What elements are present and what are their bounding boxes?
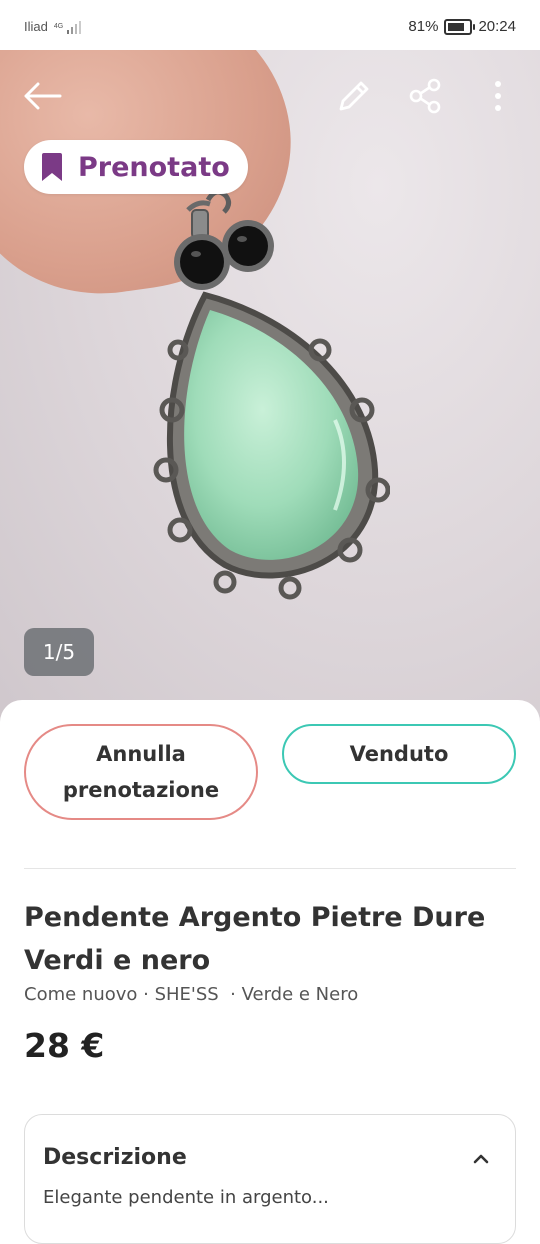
share-button[interactable] — [402, 72, 450, 120]
edit-button[interactable] — [330, 72, 378, 120]
arrow-left-icon — [24, 82, 62, 110]
battery-icon — [444, 18, 476, 35]
listing-price: 28 € — [24, 1026, 105, 1065]
carrier-name: Iliad — [24, 19, 48, 34]
battery-level — [448, 22, 465, 31]
network-type: 4G — [54, 23, 63, 30]
back-button[interactable] — [18, 72, 66, 120]
reserved-status-chip: Prenotato — [24, 140, 248, 194]
more-vertical-icon — [495, 81, 501, 111]
listing-title: Pendente Argento Pietre Dure Verdi e ner… — [24, 902, 486, 976]
chevron-up-icon[interactable] — [469, 1147, 493, 1171]
status-right: 81% 20:24 — [408, 18, 516, 35]
share-icon — [409, 78, 441, 114]
top-toolbar — [0, 50, 540, 150]
divider — [24, 868, 516, 869]
listing-details: Annulla prenotazione Venduto Pendente Ar… — [0, 700, 540, 1244]
status-left: Iliad 4G — [24, 19, 83, 34]
clock: 20:24 — [478, 18, 516, 35]
description-card[interactable]: Descrizione Elegante pendente in argento… — [24, 1114, 516, 1244]
more-button[interactable] — [474, 72, 522, 120]
pencil-icon — [339, 81, 369, 111]
status-bar: Iliad 4G 81% 20:24 — [0, 0, 540, 50]
cancel-reservation-button[interactable]: Annulla prenotazione — [24, 724, 258, 820]
battery-percent: 81% — [408, 18, 439, 35]
network-label: 4G — [53, 23, 64, 30]
description-text: Elegante pendente in argento... — [43, 1187, 329, 1208]
pendant-image — [153, 190, 390, 600]
signal-icon — [67, 20, 82, 34]
listing-meta: Come nuovo · SHE'SS · Verde e Nero — [24, 984, 359, 1005]
mark-sold-button[interactable]: Venduto — [282, 724, 516, 784]
description-heading: Descrizione — [43, 1145, 187, 1170]
image-counter: 1/5 — [24, 628, 94, 676]
bookmark-icon — [42, 153, 62, 181]
reserved-label: Prenotato — [78, 151, 230, 183]
